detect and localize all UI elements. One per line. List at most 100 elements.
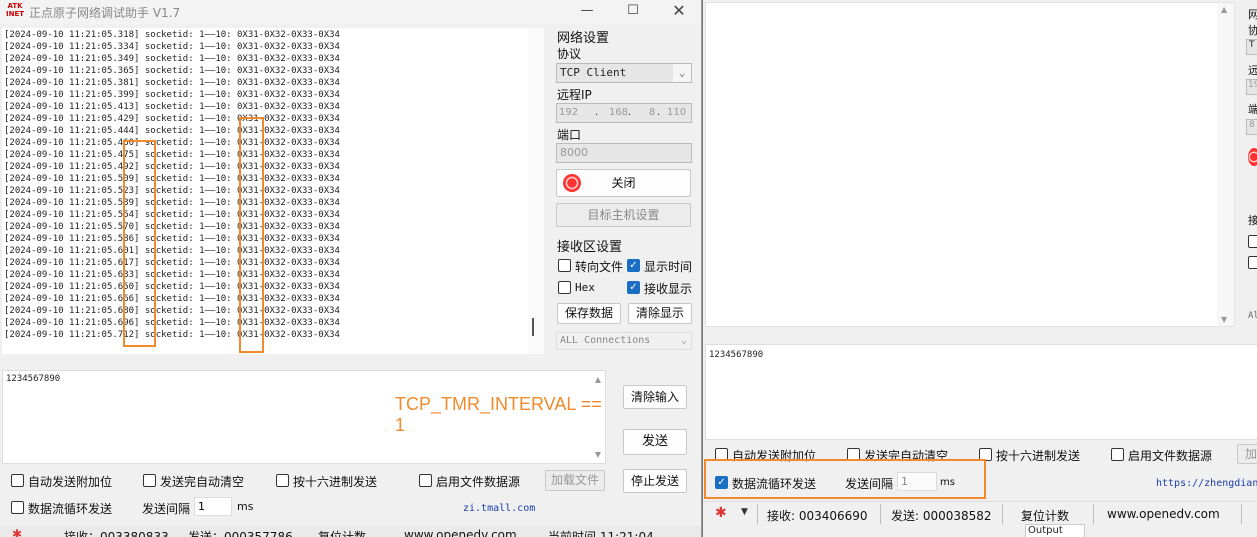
status-bar: ✱ ▼ 接收: 003406690 发送: 000038582 复位计数 www… [703,501,1257,526]
interval-label: 发送间隔 [142,502,191,516]
remote-ip-field[interactable]: 192 . 168 . 8 . 110 [556,103,692,123]
chevron-down-icon[interactable]: ▼ [741,507,748,517]
load-file-button[interactable]: 加载文件 [545,470,605,491]
clipped-settings-panel: 网 协 T 远 19 端 8 接 Al [1246,0,1257,330]
protocol-select[interactable]: TCP Client ⌄ [556,63,692,83]
website-link[interactable]: https://zhengdian [1156,478,1257,489]
load-file-button[interactable]: 加载 [1237,444,1257,464]
interval-input[interactable]: 1 [194,497,232,516]
log-line: [2024-09-10 11:21:05.586] socketid: 1——1… [4,234,340,244]
redirect-file-checkbox[interactable] [558,259,571,272]
save-data-button[interactable]: 保存数据 [557,303,621,324]
scroll-thumb[interactable] [532,318,534,336]
stop-send-button[interactable]: 停止发送 [623,469,687,493]
left-window: ATK INET 正点原子网络调试助手 V1.7 — ☐ ✕ [2024-09-1… [0,0,702,537]
log-line: [2024-09-10 11:21:05.650] socketid: 1——1… [4,282,340,292]
send-input[interactable]: 1234567890 TCP_TMR_INTERVAL == 1 ▲ ▼ [2,370,606,464]
show-receive-checkbox[interactable]: ✓ [627,281,640,294]
highlight-socket-column [239,117,264,353]
disconnect-label: 关闭 [611,176,636,190]
ip-octet-4: 110 [667,107,687,118]
file-source-checkbox[interactable] [1111,448,1124,461]
gear-icon[interactable]: ✱ [715,505,727,521]
ip-octet-1: 192 [559,107,579,118]
side-label-6[interactable]: 8 [1246,119,1257,135]
connection-status-icon [1248,148,1257,166]
gear-icon[interactable]: ✱ [12,527,22,537]
send-input[interactable]: 1234567890 [705,344,1257,440]
log-line: [2024-09-10 11:21:05.399] socketid: 1——1… [4,90,340,100]
loop-send-checkbox[interactable]: ✓ [715,476,728,489]
shop-link[interactable]: zi.tmall.com [463,503,535,514]
auto-clear-checkbox[interactable] [143,474,156,487]
file-source-checkbox[interactable] [419,474,432,487]
app-logo: ATK INET [6,2,25,18]
port-label: 端口 [557,128,582,142]
side-label-4[interactable]: 19 [1246,79,1257,95]
clear-input-button[interactable]: 清除输入 [623,385,687,409]
log-line: [2024-09-10 11:21:05.429] socketid: 1——1… [4,114,340,124]
log-line: [2024-09-10 11:21:05.334] socketid: 1——1… [4,42,340,52]
receive-log[interactable]: [2024-09-10 11:21:05.318] socketid: 1——1… [2,28,544,354]
port-field[interactable]: 8000 [556,143,692,163]
maximize-icon[interactable]: ☐ [610,0,656,24]
log-line: [2024-09-10 11:21:05.666] socketid: 1——1… [4,294,340,304]
log-line: [2024-09-10 11:21:05.349] socketid: 1——1… [4,54,340,64]
interval-unit: ms [237,500,254,513]
auto-append-checkbox[interactable] [11,474,24,487]
log-line: [2024-09-10 11:21:05.696] socketid: 1——1… [4,318,340,328]
chevron-down-icon[interactable]: ▼ [595,450,601,459]
reset-count-button[interactable]: 复位计数 [1021,507,1069,524]
minimize-icon[interactable]: — [564,0,610,24]
log-line: [2024-09-10 11:21:05.365] socketid: 1——1… [4,66,340,76]
log-line: [2024-09-10 11:21:05.712] socketid: 1——1… [4,330,340,340]
website-link[interactable]: www.openedv.com [404,528,517,537]
receive-area[interactable] [705,2,1235,327]
chevron-down-icon[interactable]: ⌄ [673,64,691,82]
log-line: [2024-09-10 11:21:05.523] socketid: 1——1… [4,186,340,196]
connections-value: ALL Connections [560,335,651,346]
send-button[interactable]: 发送 [623,429,687,455]
log-line: [2024-09-10 11:21:05.680] socketid: 1——1… [4,306,340,316]
chevron-down-icon[interactable]: ⌄ [681,333,687,349]
chevron-up-icon[interactable]: ▲ [595,375,601,384]
reset-count-button[interactable]: 复位计数 [318,528,366,537]
log-line: [2024-09-10 11:21:05.554] socketid: 1——1… [4,210,340,220]
side-checkbox-2[interactable] [1248,256,1257,269]
log-line: [2024-09-10 11:21:05.413] socketid: 1——1… [4,102,340,112]
disconnect-button[interactable]: 关闭 [556,169,691,197]
network-settings-heading: 网络设置 [557,31,610,46]
hex-receive-checkbox[interactable] [558,281,571,294]
ip-octet-3: 8 [649,107,656,118]
log-line: [2024-09-10 11:21:05.492] socketid: 1——1… [4,162,340,172]
connections-select[interactable]: ALL Connections ⌄ [556,332,692,350]
clear-display-button[interactable]: 清除显示 [628,303,692,324]
auto-append-label: 自动发送附加位 [28,475,113,489]
log-line: [2024-09-10 11:21:05.460] socketid: 1——1… [4,138,340,148]
side-checkbox-1[interactable] [1248,235,1257,248]
hex-receive-label: Hex [575,281,595,294]
loop-send-checkbox[interactable] [11,501,24,514]
log-line: [2024-09-10 11:21:05.318] socketid: 1——1… [4,30,340,40]
ip-octet-2: 168 [609,107,629,118]
side-label-2[interactable]: T [1246,39,1257,55]
recv-count: 接收: 003406690 [767,509,868,523]
send-text: 1234567890 [709,350,764,360]
interval-input[interactable]: 1 [897,472,937,491]
site-link[interactable]: www.openedv.com [1107,507,1220,521]
highlight-ms-column [123,140,156,347]
recv-count: 接收：003380833 [64,530,169,537]
target-host-button[interactable]: 目标主机设置 [556,203,691,227]
receive-scrollbar[interactable]: ▲ ▼ [1217,3,1234,326]
chevron-down-icon[interactable]: ▼ [1221,315,1227,324]
log-line: [2024-09-10 11:21:05.381] socketid: 1——1… [4,78,340,88]
remote-ip-label: 远程IP [557,88,592,102]
close-icon[interactable]: ✕ [656,0,701,24]
output-tab[interactable]: Output [1025,524,1085,537]
show-time-checkbox[interactable]: ✓ [627,259,640,272]
send-count: 发送：000357786 [188,530,293,537]
log-scrollbar[interactable] [528,28,544,354]
hex-send-checkbox[interactable] [276,474,289,487]
chevron-up-icon[interactable]: ▲ [1221,5,1227,14]
hex-send-label: 按十六进制发送 [293,475,378,489]
